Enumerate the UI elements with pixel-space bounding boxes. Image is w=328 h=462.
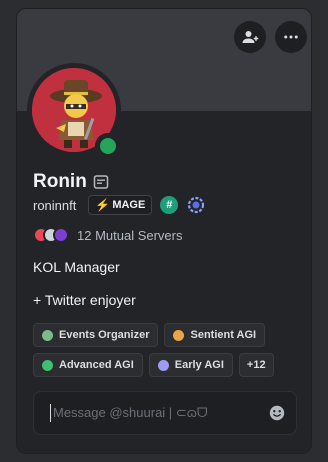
note-button[interactable]	[93, 174, 109, 190]
role-label: Early AGI	[174, 359, 224, 371]
role-color-dot	[173, 329, 185, 341]
name-row: Ronin	[33, 171, 109, 193]
mutual-servers-count: 12 Mutual Servers	[77, 227, 183, 243]
emoji-button[interactable]	[268, 404, 286, 422]
role-pill[interactable]: Sentient AGI	[164, 323, 266, 347]
nitro-badge-icon[interactable]	[186, 195, 206, 215]
role-label: Advanced AGI	[59, 359, 134, 371]
message-input[interactable]: Message @shuurai | ⊂ɷᗜ	[33, 391, 297, 435]
role-pill[interactable]: Advanced AGI	[33, 353, 143, 377]
more-options-button[interactable]	[275, 21, 307, 53]
window-background	[0, 0, 328, 8]
roles-list: Events Organizer Sentient AGI Advanced A…	[33, 323, 301, 377]
hashtag-badge-icon[interactable]: #	[160, 196, 179, 214]
status-indicator	[95, 133, 121, 159]
more-roles-button[interactable]: +12	[238, 353, 274, 377]
emoji-icon	[269, 405, 285, 421]
online-status-dot	[100, 138, 116, 154]
role-pill[interactable]: Events Organizer	[33, 323, 159, 347]
more-icon	[284, 35, 298, 39]
add-friend-icon	[242, 31, 259, 43]
add-friend-button[interactable]	[234, 21, 266, 53]
role-color-dot	[42, 329, 53, 341]
bio-text: + Twitter enjoyer	[33, 292, 136, 308]
message-placeholder: Message @shuurai | ⊂ɷᗜ	[53, 405, 208, 420]
user-profile-popout: Ronin roninnft ⚡ MAGE # 12 Mutual Server…	[16, 8, 312, 454]
role-pill[interactable]: Early AGI	[148, 353, 233, 377]
clan-tag-label: MAGE	[112, 199, 146, 211]
role-color-dot	[42, 359, 53, 371]
server-icon	[53, 227, 69, 243]
role-label: Events Organizer	[59, 329, 150, 341]
text-caret	[50, 404, 51, 422]
display-name: Ronin	[33, 171, 87, 192]
mutual-server-icons	[33, 227, 69, 243]
custom-role-title: KOL Manager	[33, 259, 120, 275]
lightning-icon: ⚡	[95, 198, 111, 212]
note-icon	[93, 175, 109, 189]
role-color-dot	[157, 359, 169, 371]
tag-row: roninnft ⚡ MAGE #	[33, 195, 206, 215]
mutual-servers-row[interactable]: 12 Mutual Servers	[33, 227, 183, 243]
username[interactable]: roninnft	[33, 198, 76, 213]
role-label: Sentient AGI	[190, 329, 257, 341]
clan-tag-badge[interactable]: ⚡ MAGE	[88, 195, 153, 215]
